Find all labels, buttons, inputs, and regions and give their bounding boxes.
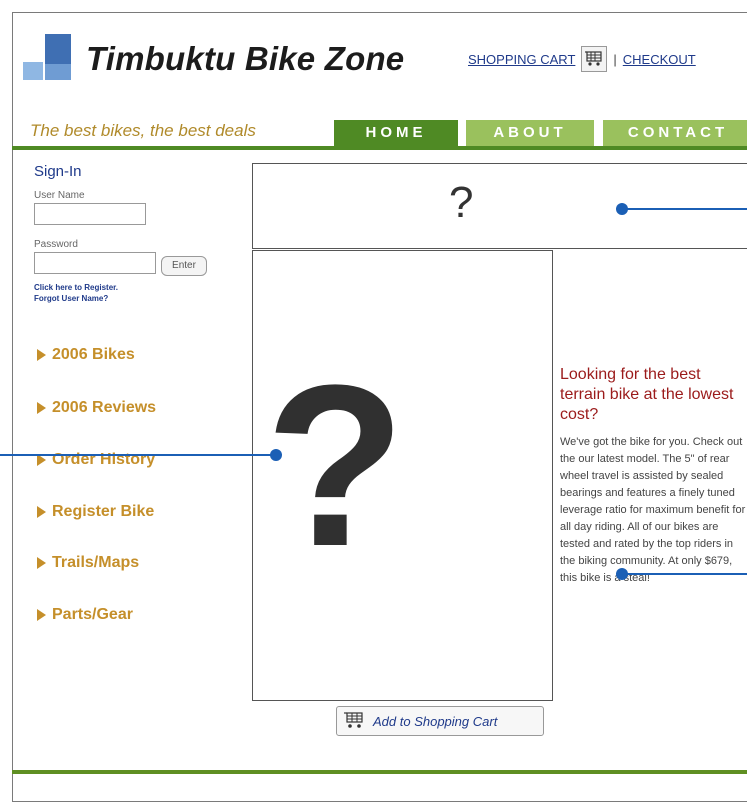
- tab-contact[interactable]: CONTACT: [603, 120, 747, 146]
- sidebar-item-2006-bikes[interactable]: 2006 Bikes: [37, 346, 135, 364]
- callout-line: [622, 573, 747, 575]
- arrow-right-icon: [37, 609, 46, 621]
- checkout-link[interactable]: CHECKOUT: [623, 52, 696, 67]
- callout-line: [622, 208, 747, 210]
- top-banner-placeholder: ?: [252, 163, 747, 249]
- sidebar-item-trails-maps[interactable]: Trails/Maps: [37, 554, 139, 572]
- add-to-cart-button[interactable]: Add to Shopping Cart: [336, 706, 544, 736]
- site-tagline: The best bikes, the best deals: [30, 121, 256, 140]
- sidebar-item-2006-reviews[interactable]: 2006 Reviews: [37, 399, 156, 417]
- enter-button[interactable]: Enter: [161, 256, 207, 276]
- promo-description: We've got the bike for you. Check out th…: [560, 436, 746, 584]
- sidebar-item-label: Parts/Gear: [52, 606, 133, 623]
- password-label: Password: [34, 239, 78, 250]
- register-link[interactable]: Click here to Register.: [34, 283, 118, 292]
- username-label: User Name: [34, 190, 85, 201]
- shopping-cart-link[interactable]: SHOPPING CART: [468, 52, 575, 67]
- tab-home[interactable]: HOME: [334, 120, 458, 146]
- sidebar-item-label: Trails/Maps: [52, 554, 140, 571]
- callout-line: [0, 454, 276, 456]
- sidebar-item-register-bike[interactable]: Register Bike: [37, 503, 154, 521]
- nav-separator: |: [613, 51, 617, 67]
- username-field[interactable]: [34, 203, 146, 225]
- cart-icon: [343, 710, 365, 733]
- callout-dot: [616, 203, 628, 215]
- question-mark: ?: [449, 178, 474, 227]
- logo-mark: [23, 34, 71, 80]
- arrow-right-icon: [37, 349, 46, 361]
- add-to-cart-label: Add to Shopping Cart: [373, 713, 498, 729]
- sidebar-item-label: Register Bike: [52, 503, 155, 520]
- question-mark: ?: [265, 337, 406, 594]
- site-logo-text[interactable]: Timbuktu Bike Zone: [86, 40, 404, 78]
- top-nav: SHOPPING CART | CHECKOUT: [468, 46, 696, 72]
- tab-about[interactable]: ABOUT: [466, 120, 594, 146]
- header-divider: [12, 146, 747, 150]
- arrow-right-icon: [37, 402, 46, 414]
- signin-title: Sign-In: [34, 163, 82, 180]
- callout-dot: [270, 449, 282, 461]
- footer-divider: [12, 770, 747, 774]
- forgot-username-link[interactable]: Forgot User Name?: [34, 294, 108, 303]
- callout-dot: [616, 568, 628, 580]
- cart-icon[interactable]: [581, 46, 608, 72]
- sidebar-item-label: 2006 Reviews: [52, 399, 157, 416]
- sidebar-item-label: 2006 Bikes: [52, 346, 135, 363]
- product-image-placeholder: ?: [252, 250, 553, 701]
- promo-headline: Looking for the best terrain bike at the…: [560, 366, 734, 423]
- arrow-right-icon: [37, 557, 46, 569]
- sidebar-item-parts-gear[interactable]: Parts/Gear: [37, 606, 133, 624]
- password-field[interactable]: [34, 252, 156, 274]
- arrow-right-icon: [37, 506, 46, 518]
